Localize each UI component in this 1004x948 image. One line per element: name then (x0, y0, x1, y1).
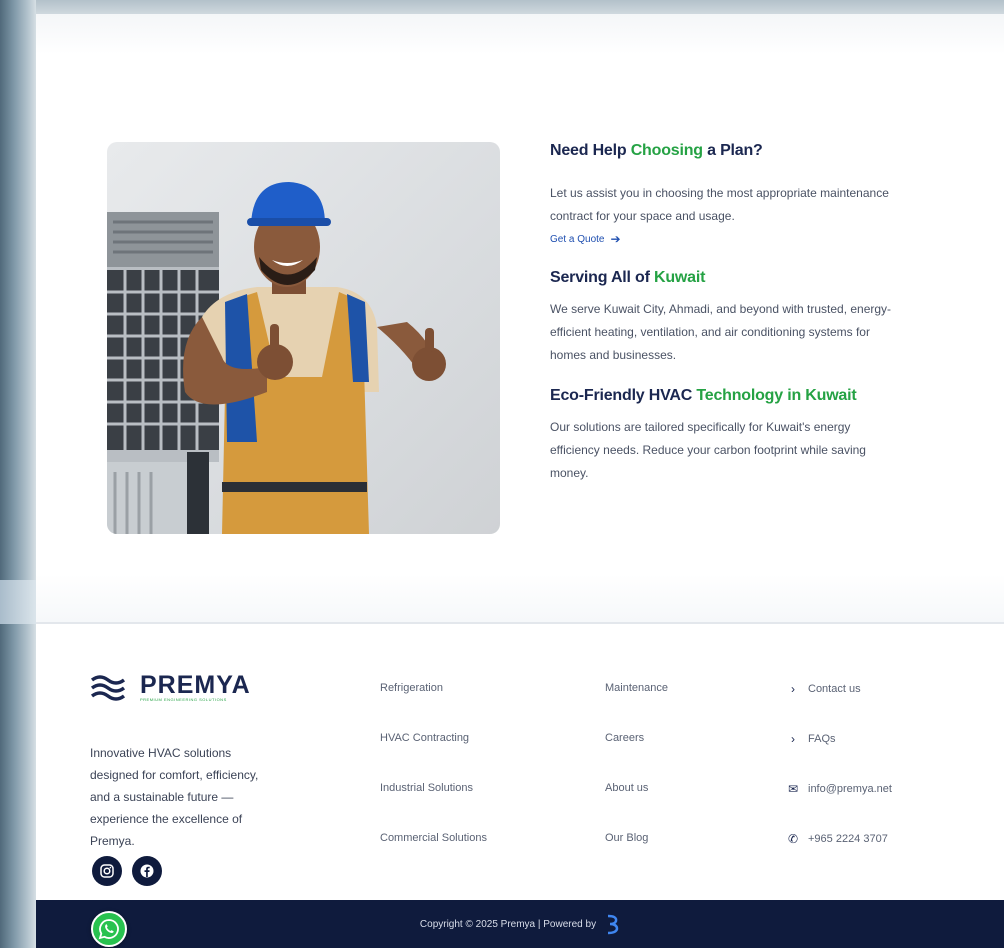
serving-text: We serve Kuwait City, Ahmadi, and beyond… (550, 298, 1004, 367)
about-line-2: designed for comfort, efficiency, (90, 768, 259, 782)
copyright-bar: Copyright © 2025 Premya | Powered by (36, 900, 1004, 948)
faqs-label: FAQs (808, 733, 836, 745)
serving-heading: Serving All of Kuwait (550, 269, 1004, 287)
help-heading: Need Help Choosing a Plan? (550, 142, 1004, 160)
help-text: Let us assist you in choosing the most a… (550, 182, 1004, 228)
whatsapp-icon (98, 919, 119, 940)
powered-by-logo-icon[interactable] (604, 913, 620, 935)
footer-email[interactable]: ✉ info@premya.net (788, 782, 892, 796)
contact-us-label: Contact us (808, 683, 861, 695)
chevron-right-icon: › (791, 732, 795, 746)
help-line-1: Let us assist you in choosing the most a… (550, 186, 889, 200)
top-bar (0, 0, 1004, 14)
eco-heading: Eco-Friendly HVAC Technology in Kuwait (550, 387, 1004, 405)
help-title-accent: Choosing (630, 142, 703, 159)
help-title-a: Need Help (550, 142, 631, 159)
logo-waves-icon (90, 675, 126, 701)
footer-faqs[interactable]: › FAQs (788, 732, 836, 746)
social-links (92, 856, 162, 886)
footer-link-refrigeration[interactable]: Refrigeration (380, 682, 443, 694)
footer-link-hvac-contracting[interactable]: HVAC Contracting (380, 732, 469, 744)
serving-line-1: We serve Kuwait City, Ahmadi, and beyond… (550, 301, 892, 316)
eco-line-2: efficiency needs. Reduce your carbon foo… (550, 442, 866, 457)
footer-contact-us[interactable]: › Contact us (788, 682, 861, 696)
footer-link-our-blog[interactable]: Our Blog (605, 832, 648, 844)
footer-link-maintenance[interactable]: Maintenance (605, 682, 668, 694)
about-line-3: and a sustainable future — (90, 790, 234, 804)
about-line-4: experience the excellence of (90, 812, 243, 826)
eco-text: Our solutions are tailored specifically … (550, 416, 1004, 485)
instagram-link[interactable] (92, 856, 122, 886)
technician-photo (107, 142, 500, 534)
logo-wordmark: PREMYA (140, 671, 251, 699)
phone-label: +965 2224 3707 (808, 833, 888, 845)
chevron-right-icon: › (791, 682, 795, 696)
phone-icon: ✆ (788, 832, 799, 846)
footer-link-about-us[interactable]: About us (605, 782, 648, 794)
whatsapp-button[interactable] (91, 911, 127, 947)
footer-link-careers[interactable]: Careers (605, 732, 644, 744)
email-icon: ✉ (788, 782, 799, 796)
left-edge (0, 0, 36, 948)
get-a-quote-label: Get a Quote (550, 233, 605, 245)
footer-link-commercial-solutions[interactable]: Commercial Solutions (380, 832, 487, 844)
copyright-text: Copyright © 2025 Premya | Powered by (419, 918, 597, 930)
eco-title-accent: Technology in Kuwait (696, 386, 857, 404)
technician-illustration (107, 182, 446, 534)
about-line-5: Premya. (90, 834, 135, 848)
help-line-2: contract for your space and usage. (550, 209, 735, 223)
eco-line-1: Our solutions are tailored specifically … (550, 419, 851, 434)
premya-logo[interactable]: PREMYA PREMIUM ENGINEERING SOLUTIONS (90, 671, 251, 702)
serving-line-2: efficient heating, ventilation, and air … (550, 324, 870, 339)
get-a-quote-link[interactable]: Get a Quote ➔ (550, 232, 621, 246)
email-label: info@premya.net (808, 783, 892, 795)
info-column: Need Help Choosing a Plan? Let us assist… (550, 142, 1004, 485)
help-title-b: a Plan? (702, 142, 763, 159)
footer-about: Innovative HVAC solutions designed for c… (90, 742, 312, 852)
facebook-link[interactable] (132, 856, 162, 886)
eco-line-3: money. (550, 465, 589, 480)
left-edge-band (0, 580, 36, 624)
arrow-right-icon: ➔ (610, 232, 621, 246)
instagram-icon (100, 864, 114, 878)
serving-title-a: Serving All of (550, 268, 654, 286)
footer: PREMYA PREMIUM ENGINEERING SOLUTIONS Inn… (36, 624, 1004, 900)
facebook-icon (140, 864, 154, 878)
serving-title-accent: Kuwait (653, 268, 706, 286)
info-section: Need Help Choosing a Plan? Let us assist… (36, 14, 1004, 622)
eco-title-a: Eco-Friendly HVAC (550, 386, 697, 404)
about-line-1: Innovative HVAC solutions (90, 746, 232, 760)
serving-line-3: homes and businesses. (550, 347, 677, 362)
footer-phone[interactable]: ✆ +965 2224 3707 (788, 832, 888, 846)
page: Need Help Choosing a Plan? Let us assist… (36, 14, 1004, 948)
footer-link-industrial-solutions[interactable]: Industrial Solutions (380, 782, 473, 794)
